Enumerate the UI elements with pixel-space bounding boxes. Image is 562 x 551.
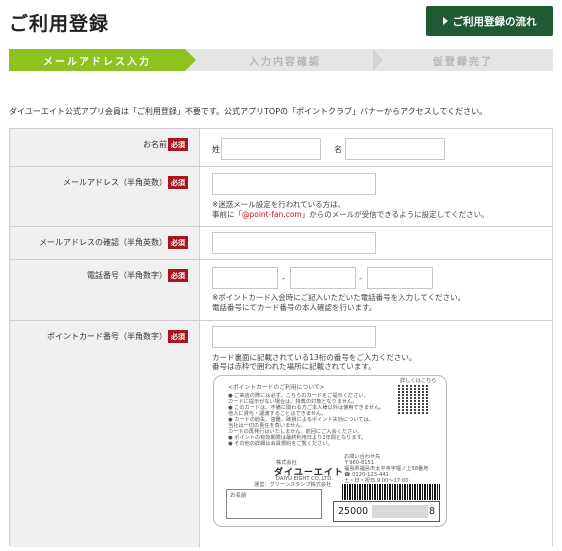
required-badge: 必須 (168, 236, 188, 249)
row-name: お名前 必須 姓 名 (10, 129, 552, 167)
issuer: 運営：グリーンスタンプ株式会社 (254, 482, 332, 488)
point-card-label: ポイントカード番号（半角数字） (47, 332, 167, 341)
email-note-2c: 」からのメールが受信できるように設定してください。 (301, 210, 489, 219)
required-badge: 必須 (168, 138, 188, 151)
email-note-2: 事前に「@point-fan.com」からのメールが受信できるように設定してくだ… (212, 210, 489, 220)
name-label: お名前 (143, 140, 167, 149)
point-card-image: <ポイントカードのご利用について> ● ご来店の際には必ず、こちらのカードをご提… (213, 375, 447, 527)
barcode-icon (342, 484, 440, 500)
point-card-input[interactable] (212, 326, 376, 348)
label-cell: メールアドレス（半角英数） 必須 (10, 167, 200, 226)
card-line: ● その他の詳細は会員規約をご覧ください。 (228, 441, 333, 447)
sei-input[interactable] (221, 138, 321, 160)
progress-steps: メールアドレス入力 入力内容確認 仮登録完了 (9, 49, 553, 71)
phone-input-3[interactable] (367, 267, 433, 289)
card-number-mask (372, 505, 428, 518)
sei-label: 姓 (212, 145, 220, 154)
mei-label: 名 (334, 145, 342, 154)
card-note-2: 番号は赤枠で囲われた場所に記載されています。 (212, 362, 376, 371)
required-badge: 必須 (168, 269, 188, 282)
email-confirm-input[interactable] (212, 232, 376, 254)
row-phone: 電話番号（半角数字） 必須 - - ※ポイントカード入会時にご記入いただいた電話… (10, 260, 552, 321)
row-email: メールアドレス（半角英数） 必須 ※迷惑メール設定を行われている方は、 事前に「… (10, 167, 552, 227)
card-heading: <ポイントカードのご利用について> (228, 385, 325, 391)
step-email-input: メールアドレス入力 (9, 49, 196, 71)
intro-text: ダイユーエイト公式アプリ会員は「ご利用登録」不要です。公式アプリTOPの「ポイン… (9, 107, 488, 116)
required-badge: 必須 (168, 176, 188, 189)
card-number-prefix: 25000 (338, 506, 369, 517)
phone-dash-1: - (282, 274, 285, 283)
registration-form: お名前 必須 姓 名 メールアドレス（半角英数） 必須 ※迷惑メール設定を行われ… (9, 128, 553, 547)
qr-code-icon (398, 384, 428, 414)
card-name-label: お名前 (230, 493, 247, 499)
label-cell: メールアドレスの確認（半角英数） 必須 (10, 227, 200, 259)
registration-flow-button[interactable]: ご利用登録の流れ (426, 6, 553, 36)
card-number-highlight: 25000 8 (333, 501, 440, 522)
row-email-confirm: メールアドレスの確認（半角英数） 必須 (10, 227, 552, 260)
label-cell: 電話番号（半角数字） 必須 (10, 260, 200, 320)
email-confirm-label: メールアドレスの確認（半角英数） (39, 238, 167, 247)
required-badge: 必須 (168, 330, 188, 343)
label-cell: ポイントカード番号（半角数字） 必須 (10, 321, 200, 547)
phone-input-2[interactable] (290, 267, 356, 289)
registration-page: ご利用登録 ご利用登録の流れ メールアドレス入力 入力内容確認 仮登録完了 ダイ… (0, 0, 562, 551)
email-label: メールアドレス（半角英数） (63, 178, 167, 187)
phone-input-1[interactable] (212, 267, 278, 289)
email-note-1: ※迷惑メール設定を行われている方は、 (212, 200, 346, 209)
email-domain: @point-fan.com (242, 210, 302, 219)
label-cell: お名前 必須 (10, 129, 200, 166)
phone-note-1: ※ポイントカード入会時にご記入いただいた電話番号を入力してください。 (212, 293, 466, 302)
phone-label: 電話番号（半角数字） (87, 271, 167, 280)
card-number-suffix: 8 (428, 506, 435, 517)
step-complete: 仮登録完了 (433, 56, 493, 68)
registration-flow-label: ご利用登録の流れ (452, 15, 537, 28)
page-title: ご利用登録 (9, 13, 110, 35)
email-input[interactable] (212, 173, 376, 195)
card-name-box: お名前 (226, 489, 322, 519)
phone-note-2: 電話番号にてカード番号の本人確認を行います。 (212, 303, 377, 312)
email-note-2a: 事前に「 (212, 210, 242, 219)
step-confirm: 入力内容確認 (249, 56, 321, 68)
row-point-card: ポイントカード番号（半角数字） 必須 カード裏面に記載されている13桁の番号をご… (10, 321, 552, 547)
phone-dash-2: - (359, 274, 362, 283)
triangle-right-icon (442, 17, 448, 25)
mei-input[interactable] (345, 138, 445, 160)
